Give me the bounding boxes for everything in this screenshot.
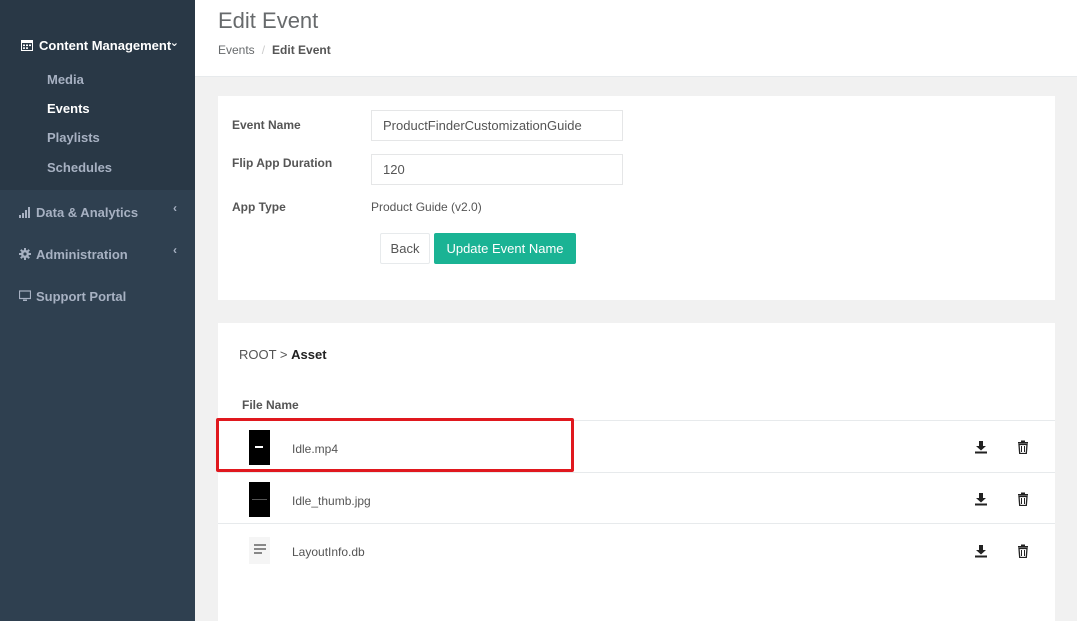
download-icon[interactable] [974, 440, 988, 454]
folder-path: ROOT > Asset [239, 347, 327, 362]
event-form-panel: Event Name ProductFinderCustomizationGui… [218, 96, 1055, 300]
flip-app-duration-input[interactable]: 120 [371, 154, 623, 185]
flip-app-duration-value: 120 [383, 162, 405, 177]
file-browser-panel: ROOT > Asset File Name Idle.mp4 Idle_thu… [218, 323, 1055, 621]
sidebar-item-playlists[interactable]: Playlists [47, 130, 100, 145]
monitor-icon [19, 290, 31, 301]
chevron-left-icon: ‹ [173, 243, 177, 257]
page-header: Edit Event Events / Edit Event [195, 0, 1077, 77]
file-name[interactable]: LayoutInfo.db [292, 545, 365, 559]
file-name-column-header: File Name [242, 398, 299, 412]
download-icon[interactable] [974, 544, 988, 558]
highlight-box [216, 418, 574, 472]
gear-icon [19, 248, 31, 260]
sidebar-item-events[interactable]: Events [47, 101, 90, 116]
page-title: Edit Event [218, 8, 319, 33]
sidebar-item-support-portal[interactable]: Support Portal [19, 287, 189, 305]
event-name-value: ProductFinderCustomizationGuide [383, 118, 582, 133]
app-type-label: App Type [232, 200, 286, 214]
sidebar-item-label: Data & Analytics [36, 204, 139, 220]
event-name-input[interactable]: ProductFinderCustomizationGuide [371, 110, 623, 141]
calendar-icon [21, 40, 33, 51]
flip-app-duration-label: Flip App Duration [232, 156, 333, 170]
chevron-down-icon: ⌄ [169, 37, 179, 49]
document-icon [249, 537, 270, 564]
chevron-left-icon: ‹ [173, 201, 177, 215]
app-type-value: Product Guide (v2.0) [371, 200, 482, 214]
sidebar-item-content-management[interactable]: Content Management ⌄ [21, 36, 191, 54]
trash-icon[interactable] [1016, 492, 1030, 506]
download-icon[interactable] [974, 492, 988, 506]
sidebar-section-label: Content Management [39, 37, 172, 53]
trash-icon[interactable] [1016, 544, 1030, 558]
sidebar-item-administration[interactable]: Administration ‹ [19, 243, 189, 263]
trash-icon[interactable] [1016, 440, 1030, 454]
bar-chart-icon [19, 207, 30, 218]
path-current: Asset [291, 347, 327, 362]
breadcrumb: Events / Edit Event [218, 43, 331, 57]
sidebar: Content Management ⌄ Media Events Playli… [0, 0, 195, 621]
sidebar-item-data-analytics[interactable]: Data & Analytics ‹ [19, 201, 189, 221]
sidebar-item-label: Administration [36, 246, 128, 262]
path-root[interactable]: ROOT > [239, 347, 288, 362]
breadcrumb-events-link[interactable]: Events [218, 43, 255, 57]
breadcrumb-current: Edit Event [272, 43, 331, 57]
image-thumbnail [249, 482, 270, 517]
back-button[interactable]: Back [380, 233, 430, 264]
sidebar-item-schedules[interactable]: Schedules [47, 160, 112, 175]
update-event-name-button[interactable]: Update Event Name [434, 233, 576, 264]
sidebar-item-label: Support Portal [36, 288, 127, 304]
breadcrumb-separator: / [261, 43, 266, 57]
file-name[interactable]: Idle_thumb.jpg [292, 494, 371, 508]
file-row[interactable]: LayoutInfo.db [218, 523, 1055, 574]
sidebar-item-media[interactable]: Media [47, 72, 84, 87]
event-name-label: Event Name [232, 118, 301, 132]
file-row[interactable]: Idle_thumb.jpg [218, 472, 1055, 523]
